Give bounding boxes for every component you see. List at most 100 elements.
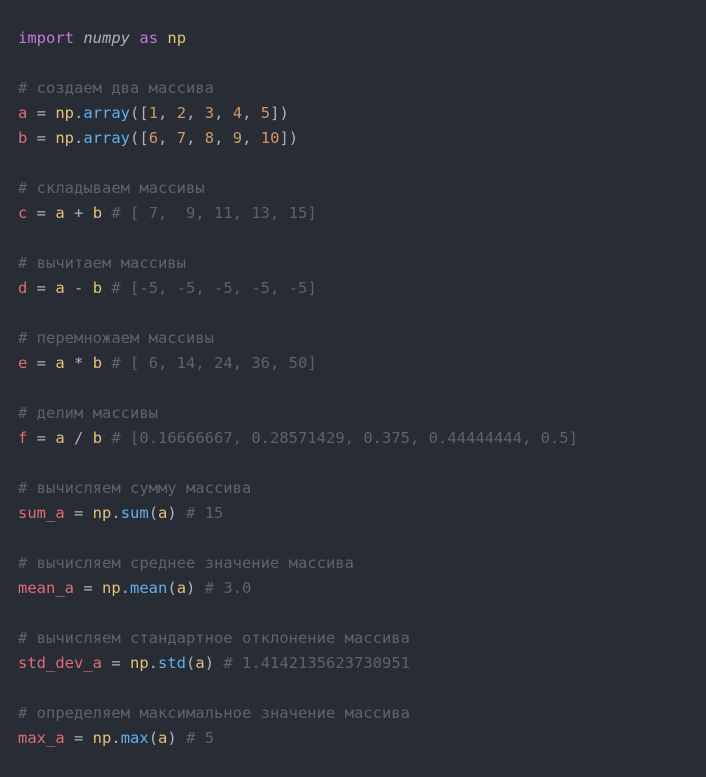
dot: . [111, 729, 120, 747]
op-minus: - [65, 279, 93, 297]
module-numpy: numpy [83, 29, 130, 47]
var-max-a: max_a [18, 729, 65, 747]
var-b-ref: b [93, 354, 102, 372]
fn-array: array [83, 129, 130, 147]
op-eq: = [27, 279, 55, 297]
comment-sum-result: # 15 [177, 504, 224, 522]
comment-mean: # вычисляем среднее значение массива [18, 554, 354, 572]
comma: , [186, 129, 205, 147]
op-mul: * [65, 354, 93, 372]
var-b: b [18, 129, 27, 147]
op-eq: = [102, 654, 130, 672]
var-a-ref: a [55, 204, 64, 222]
comment-mul-result: # [ 6, 14, 24, 36, 50] [102, 354, 317, 372]
op-div: / [65, 429, 93, 447]
comment-mean-result: # 3.0 [195, 579, 251, 597]
rparen: ) [205, 654, 214, 672]
num: 10 [261, 129, 280, 147]
comment-sub-result: # [-5, -5, -5, -5, -5] [102, 279, 317, 297]
var-a-ref: a [195, 654, 204, 672]
fn-sum: sum [121, 504, 149, 522]
lparen: ( [149, 504, 158, 522]
alias-np: np [167, 29, 186, 47]
num: 5 [261, 104, 270, 122]
comma: , [242, 104, 261, 122]
comment-sub: # вычитаем массивы [18, 254, 186, 272]
mod-np: np [93, 504, 112, 522]
dot: . [121, 579, 130, 597]
comment-std: # вычисляем стандартное отклонение масси… [18, 629, 410, 647]
comment-add-result: # [ 7, 9, 11, 13, 15] [102, 204, 317, 222]
open-bracket: ([ [130, 104, 149, 122]
num: 9 [233, 129, 242, 147]
dot: . [74, 129, 83, 147]
op-eq: = [27, 429, 55, 447]
var-std-dev-a: std_dev_a [18, 654, 102, 672]
num: 2 [177, 104, 186, 122]
lparen: ( [149, 729, 158, 747]
fn-array: array [83, 104, 130, 122]
var-a: a [18, 104, 27, 122]
mod-np: np [93, 729, 112, 747]
op-plus: + [65, 204, 93, 222]
var-b-ref: b [93, 279, 102, 297]
keyword-import: import [18, 29, 74, 47]
lparen: ( [186, 654, 195, 672]
op-eq: = [65, 504, 93, 522]
comment-sum: # вычисляем сумму массива [18, 479, 251, 497]
keyword-as: as [139, 29, 158, 47]
op-eq: = [27, 129, 55, 147]
rparen: ) [167, 729, 176, 747]
var-a-ref: a [55, 279, 64, 297]
mod-np: np [55, 104, 74, 122]
op-eq: = [27, 204, 55, 222]
comma: , [158, 104, 177, 122]
comment-create-arrays: # создаем два массива [18, 79, 214, 97]
comment-std-result: # 1.4142135623730951 [214, 654, 410, 672]
num: 1 [149, 104, 158, 122]
dot: . [149, 654, 158, 672]
num: 3 [205, 104, 214, 122]
dot: . [111, 504, 120, 522]
comma: , [214, 129, 233, 147]
mod-np: np [102, 579, 121, 597]
fn-std: std [158, 654, 186, 672]
var-a-ref: a [55, 429, 64, 447]
mod-np: np [130, 654, 149, 672]
num: 4 [233, 104, 242, 122]
rparen: ) [167, 504, 176, 522]
var-sum-a: sum_a [18, 504, 65, 522]
comment-add: # складываем массивы [18, 179, 205, 197]
code-block: import numpy as np # создаем два массива… [0, 0, 706, 777]
var-b-ref: b [93, 429, 102, 447]
open-bracket: ([ [130, 129, 149, 147]
op-eq: = [27, 104, 55, 122]
rparen: ) [186, 579, 195, 597]
comma: , [158, 129, 177, 147]
comment-mul: # перемножаем массивы [18, 329, 214, 347]
num: 7 [177, 129, 186, 147]
mod-np: np [55, 129, 74, 147]
var-a-ref: a [177, 579, 186, 597]
close-bracket: ]) [270, 104, 289, 122]
fn-mean: mean [130, 579, 167, 597]
comment-max-result: # 5 [177, 729, 214, 747]
var-f: f [18, 429, 27, 447]
comment-div-result: # [0.16666667, 0.28571429, 0.375, 0.4444… [102, 429, 578, 447]
comment-max: # определяем максимальное значение масси… [18, 704, 410, 722]
close-bracket: ]) [279, 129, 298, 147]
var-a-ref: a [55, 354, 64, 372]
dot: . [74, 104, 83, 122]
var-e: e [18, 354, 27, 372]
var-a-ref: a [158, 504, 167, 522]
var-c: c [18, 204, 27, 222]
num: 6 [149, 129, 158, 147]
num: 8 [205, 129, 214, 147]
op-eq: = [27, 354, 55, 372]
comma: , [242, 129, 261, 147]
comma: , [186, 104, 205, 122]
op-eq: = [74, 579, 102, 597]
comma: , [214, 104, 233, 122]
lparen: ( [167, 579, 176, 597]
var-b-ref: b [93, 204, 102, 222]
